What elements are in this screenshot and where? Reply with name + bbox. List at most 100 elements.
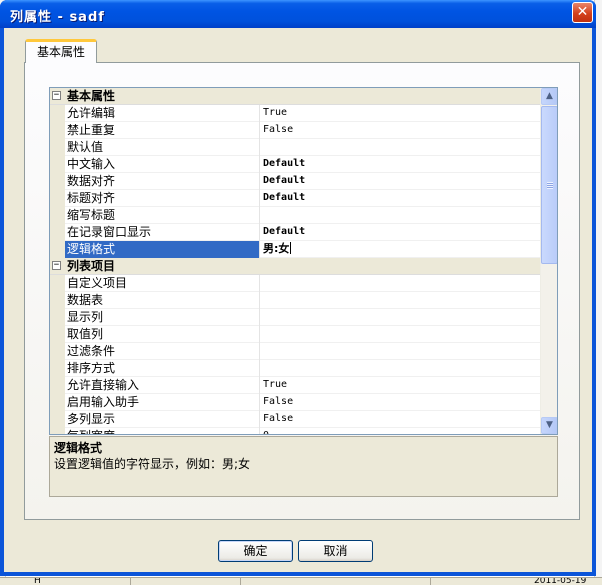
- column-properties-dialog: 列属性 - sadf ✕ 基本属性 − 基本属性 允许编辑 True 禁止重复 False…: [0, 0, 596, 576]
- tab-basic-properties[interactable]: 基本属性: [25, 39, 97, 63]
- category-row[interactable]: − 基本属性: [50, 88, 541, 105]
- row-gutter: [50, 275, 65, 292]
- property-value[interactable]: Default: [260, 156, 541, 173]
- property-row[interactable]: 默认值: [50, 139, 541, 156]
- property-value[interactable]: False: [260, 411, 541, 428]
- property-name[interactable]: 过滤条件: [65, 343, 260, 360]
- property-value[interactable]: Default: [260, 190, 541, 207]
- property-name[interactable]: 启用输入助手: [65, 394, 260, 411]
- property-row[interactable]: 自定义项目: [50, 275, 541, 292]
- property-name[interactable]: 逻辑格式: [65, 241, 260, 258]
- property-name[interactable]: 显示列: [65, 309, 260, 326]
- row-gutter: [50, 428, 65, 434]
- property-row[interactable]: 取值列: [50, 326, 541, 343]
- property-row[interactable]: 允许直接输入 True: [50, 377, 541, 394]
- background-cell-separator: [130, 578, 131, 585]
- property-value[interactable]: [260, 326, 541, 343]
- scroll-down-button[interactable]: ▼: [541, 417, 557, 434]
- property-value-text: True: [263, 379, 288, 390]
- property-value-text: True: [263, 107, 288, 118]
- property-value[interactable]: Default: [260, 224, 541, 241]
- vertical-scrollbar[interactable]: ▲ ▼: [540, 88, 557, 434]
- property-value[interactable]: [260, 275, 541, 292]
- row-gutter: [50, 156, 65, 173]
- property-row[interactable]: 每列宽度0: [50, 428, 541, 434]
- scroll-thumb[interactable]: [541, 106, 557, 264]
- text-caret: [290, 242, 292, 254]
- property-name[interactable]: 数据表: [65, 292, 260, 309]
- property-value[interactable]: Default: [260, 173, 541, 190]
- property-name[interactable]: 标题对齐: [65, 190, 260, 207]
- property-name[interactable]: 允许直接输入: [65, 377, 260, 394]
- title-bar[interactable]: 列属性 - sadf ✕: [0, 0, 596, 28]
- ok-button[interactable]: 确定: [218, 540, 293, 562]
- property-row[interactable]: 显示列: [50, 309, 541, 326]
- property-row[interactable]: 禁止重复 False: [50, 122, 541, 139]
- description-text: 设置逻辑值的字符显示，例如：男;女: [54, 457, 251, 471]
- close-button[interactable]: ✕: [572, 2, 593, 23]
- property-row[interactable]: 在记录窗口显示 Default: [50, 224, 541, 241]
- row-gutter: [50, 224, 65, 241]
- property-name[interactable]: 取值列: [65, 326, 260, 343]
- description-title: 逻辑格式: [54, 441, 103, 455]
- row-gutter: [50, 411, 65, 428]
- property-value[interactable]: [260, 292, 541, 309]
- row-gutter: [50, 377, 65, 394]
- property-name[interactable]: 中文输入: [65, 156, 260, 173]
- property-row[interactable]: 数据表: [50, 292, 541, 309]
- property-row[interactable]: 排序方式: [50, 360, 541, 377]
- category-label: 列表项目: [67, 259, 116, 273]
- property-row[interactable]: 多列显示 False: [50, 411, 541, 428]
- property-row[interactable]: 中文输入 Default: [50, 156, 541, 173]
- row-gutter: [50, 394, 65, 411]
- scroll-up-button[interactable]: ▲: [541, 88, 557, 105]
- property-value[interactable]: True: [260, 377, 541, 394]
- property-value[interactable]: [260, 360, 541, 377]
- property-value[interactable]: [260, 309, 541, 326]
- property-name[interactable]: 禁止重复: [65, 122, 260, 139]
- property-value-text: Default: [263, 226, 306, 237]
- category-label: 基本属性: [67, 89, 116, 103]
- property-row[interactable]: 缩写标题: [50, 207, 541, 224]
- property-row[interactable]: 逻辑格式 男:女: [50, 241, 541, 258]
- property-value-text: 男:女: [263, 242, 290, 255]
- property-name[interactable]: 在记录窗口显示: [65, 224, 260, 241]
- property-row[interactable]: 过滤条件: [50, 343, 541, 360]
- cancel-button[interactable]: 取消: [298, 540, 373, 562]
- property-value[interactable]: [260, 207, 541, 224]
- property-value[interactable]: True: [260, 105, 541, 122]
- property-name[interactable]: 默认值: [65, 139, 260, 156]
- property-row[interactable]: 启用输入助手 False: [50, 394, 541, 411]
- property-row[interactable]: 允许编辑 True: [50, 105, 541, 122]
- collapse-icon[interactable]: −: [52, 261, 61, 270]
- property-grid-rows: − 基本属性 允许编辑 True 禁止重复 False 默认值 中文输入 Default 数据对齐…: [50, 88, 541, 434]
- property-name[interactable]: 数据对齐: [65, 173, 260, 190]
- property-value[interactable]: False: [260, 122, 541, 139]
- property-value-text: 0: [263, 430, 269, 434]
- close-icon: ✕: [576, 4, 589, 20]
- property-name[interactable]: 多列显示: [65, 411, 260, 428]
- scroll-down-icon: ▼: [546, 420, 553, 430]
- row-gutter: [50, 207, 65, 224]
- background-cell-separator: [240, 578, 241, 585]
- property-name[interactable]: 缩写标题: [65, 207, 260, 224]
- property-value[interactable]: 0: [260, 428, 541, 434]
- property-value[interactable]: False: [260, 394, 541, 411]
- property-value[interactable]: [260, 343, 541, 360]
- property-name[interactable]: 自定义项目: [65, 275, 260, 292]
- property-value-editor[interactable]: 男:女: [260, 241, 541, 258]
- property-name[interactable]: 允许编辑: [65, 105, 260, 122]
- property-value[interactable]: [260, 139, 541, 156]
- row-gutter: [50, 360, 65, 377]
- collapse-icon[interactable]: −: [52, 91, 61, 100]
- category-row[interactable]: − 列表项目: [50, 258, 541, 275]
- property-name[interactable]: 每列宽度: [65, 428, 260, 434]
- row-gutter: [50, 241, 65, 258]
- property-row[interactable]: 数据对齐 Default: [50, 173, 541, 190]
- property-grid[interactable]: − 基本属性 允许编辑 True 禁止重复 False 默认值 中文输入 Default 数据对齐…: [49, 87, 558, 435]
- window-title: 列属性 - sadf: [10, 10, 105, 25]
- property-name[interactable]: 排序方式: [65, 360, 260, 377]
- property-row[interactable]: 标题对齐 Default: [50, 190, 541, 207]
- row-gutter: [50, 190, 65, 207]
- property-value-text: Default: [263, 158, 306, 169]
